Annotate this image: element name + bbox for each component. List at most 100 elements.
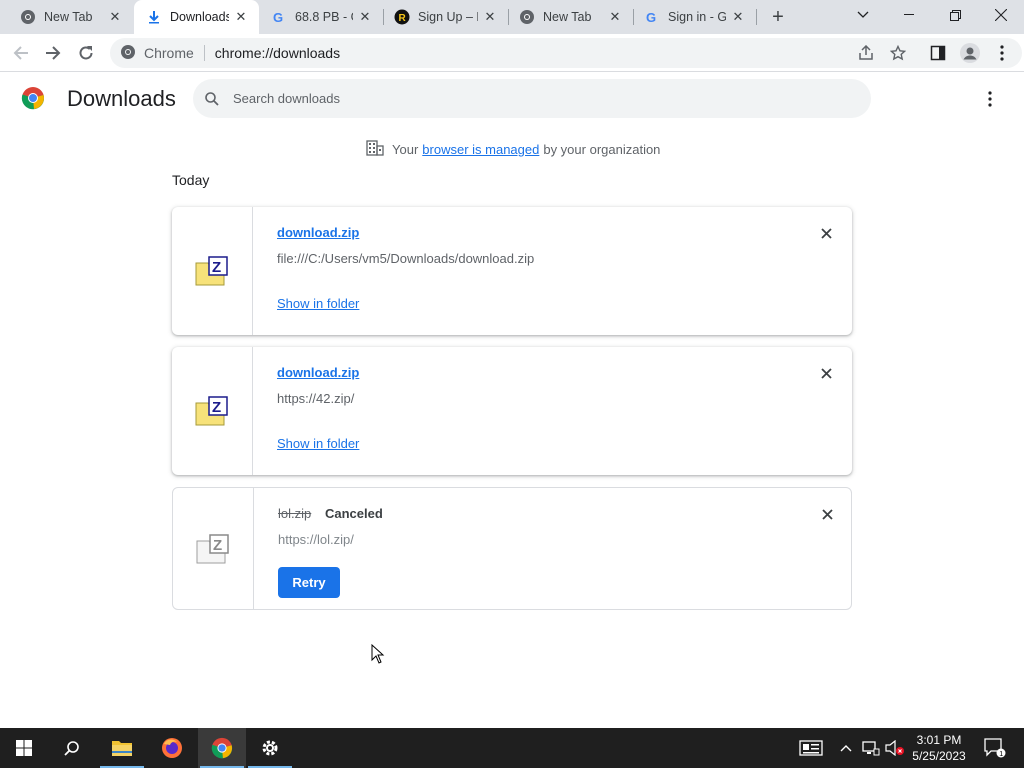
system-clock[interactable]: 3:01 PM 5/25/2023 (906, 732, 972, 764)
file-explorer-button[interactable] (98, 728, 146, 768)
firefox-button[interactable] (148, 728, 196, 768)
tab-search-button[interactable] (840, 0, 886, 30)
tab-title: New Tab (543, 10, 592, 24)
tab-google-storage[interactable]: G 68.8 PB - G ✕ (259, 0, 383, 34)
remove-download-button[interactable] (817, 504, 837, 524)
news-icon (799, 740, 823, 756)
network-button[interactable] (860, 728, 882, 768)
browser-managed-link[interactable]: browser is managed (422, 142, 539, 157)
news-widget-button[interactable] (796, 728, 826, 768)
tab-title: Downloads (170, 10, 229, 24)
close-tab-icon[interactable]: ✕ (233, 9, 249, 25)
svg-text:Z: Z (213, 537, 222, 554)
file-name-link[interactable]: download.zip (277, 225, 359, 240)
tab-sign-up[interactable]: R Sign Up – R ✕ (384, 0, 508, 34)
managed-prefix: Your (392, 142, 419, 157)
retry-button[interactable]: Retry (278, 567, 340, 598)
notification-count: 1 (999, 751, 1003, 758)
close-window-button[interactable] (978, 0, 1024, 30)
file-name-link[interactable]: download.zip (277, 365, 359, 380)
tab-new-tab-1[interactable]: New Tab ✕ (0, 0, 133, 34)
close-tab-icon[interactable]: ✕ (607, 9, 623, 25)
taskbar-search-button[interactable] (48, 728, 96, 768)
chrome-icon (120, 44, 136, 63)
google-icon: G (271, 9, 287, 25)
file-source-url: https://lol.zip/ (278, 532, 354, 547)
tab-title: New Tab (44, 10, 93, 24)
star-icon (890, 45, 906, 61)
divider (203, 45, 205, 61)
avatar-icon (960, 43, 980, 63)
network-icon (862, 741, 880, 756)
download-status: Canceled (325, 506, 383, 521)
kebab-icon (1000, 45, 1004, 61)
restore-button[interactable] (932, 0, 978, 30)
download-item-canceled: Z lol.zip Canceled https://lol.zip/ Retr… (172, 487, 852, 610)
volume-button[interactable] (884, 728, 906, 768)
tab-strip: New Tab ✕ Downloads ✕ G 68.8 PB - G ✕ R … (0, 0, 1024, 34)
new-tab-button[interactable]: + (766, 5, 790, 29)
chevron-down-icon (857, 11, 869, 18)
windows-logo-icon (16, 740, 32, 756)
menu-button[interactable] (988, 39, 1016, 67)
close-tab-icon[interactable]: ✕ (482, 9, 498, 25)
close-tab-icon[interactable]: ✕ (357, 9, 373, 25)
forward-button[interactable] (39, 39, 67, 67)
arrow-right-icon (46, 46, 61, 60)
start-button[interactable] (0, 728, 48, 768)
zip-file-icon: Z (195, 256, 228, 286)
chrome-icon (519, 9, 535, 25)
url-text[interactable]: chrome://downloads (215, 45, 340, 61)
svg-text:G: G (646, 10, 656, 24)
file-icon-column: Z (172, 347, 253, 475)
gear-icon (262, 740, 278, 756)
r-circle-icon: R (394, 9, 410, 25)
notification-icon: 1 (984, 738, 1006, 758)
minimize-button[interactable] (886, 0, 932, 30)
clock-time: 3:01 PM (916, 733, 962, 747)
settings-taskbar-button[interactable] (246, 728, 294, 768)
date-section-label: Today (172, 172, 210, 188)
download-icon (146, 9, 162, 25)
search-icon (205, 91, 219, 106)
zip-file-icon: Z (195, 396, 228, 426)
chevron-up-icon (840, 745, 852, 752)
share-icon (859, 45, 873, 60)
chrome-icon (211, 737, 233, 759)
search-downloads-input[interactable]: Search downloads (193, 79, 871, 118)
chrome-icon (20, 9, 36, 25)
profile-button[interactable] (956, 39, 984, 67)
building-icon (366, 140, 384, 159)
chrome-taskbar-button[interactable] (198, 728, 246, 768)
tab-separator (756, 9, 757, 25)
remove-download-button[interactable] (816, 363, 836, 383)
tab-new-tab-2[interactable]: New Tab ✕ (509, 0, 633, 34)
folder-icon (112, 741, 132, 756)
show-in-folder-link[interactable]: Show in folder (277, 296, 359, 311)
page-title: Downloads (67, 86, 176, 111)
volume-muted-icon (885, 740, 904, 756)
side-panel-button[interactable] (924, 39, 952, 67)
file-source-url: file:///C:/Users/vm5/Downloads/download.… (277, 251, 535, 266)
remove-download-button[interactable] (816, 223, 836, 243)
reload-button[interactable] (72, 39, 100, 67)
mouse-cursor-icon (371, 643, 385, 669)
notification-center-button[interactable]: 1 (980, 728, 1010, 768)
firefox-icon (162, 738, 182, 758)
share-button[interactable] (852, 39, 880, 67)
tab-google-sign-in[interactable]: G Sign in - Go ✕ (634, 0, 756, 34)
downloads-menu-button[interactable] (980, 88, 1000, 110)
tab-downloads[interactable]: Downloads ✕ (134, 0, 259, 34)
show-in-folder-link[interactable]: Show in folder (277, 436, 359, 451)
file-icon-column: Z (173, 488, 254, 609)
windows-taskbar: 3:01 PM 5/25/2023 1 (0, 728, 1024, 768)
back-button[interactable] (7, 39, 35, 67)
side-panel-icon (930, 45, 946, 61)
site-label: Chrome (144, 45, 194, 61)
download-item: Z download.zip file:///C:/Users/vm5/Down… (172, 207, 852, 335)
close-tab-icon[interactable]: ✕ (107, 9, 123, 25)
search-icon (64, 741, 79, 756)
bookmark-button[interactable] (884, 39, 912, 67)
close-tab-icon[interactable]: ✕ (730, 9, 746, 25)
show-hidden-icons-button[interactable] (836, 728, 856, 768)
